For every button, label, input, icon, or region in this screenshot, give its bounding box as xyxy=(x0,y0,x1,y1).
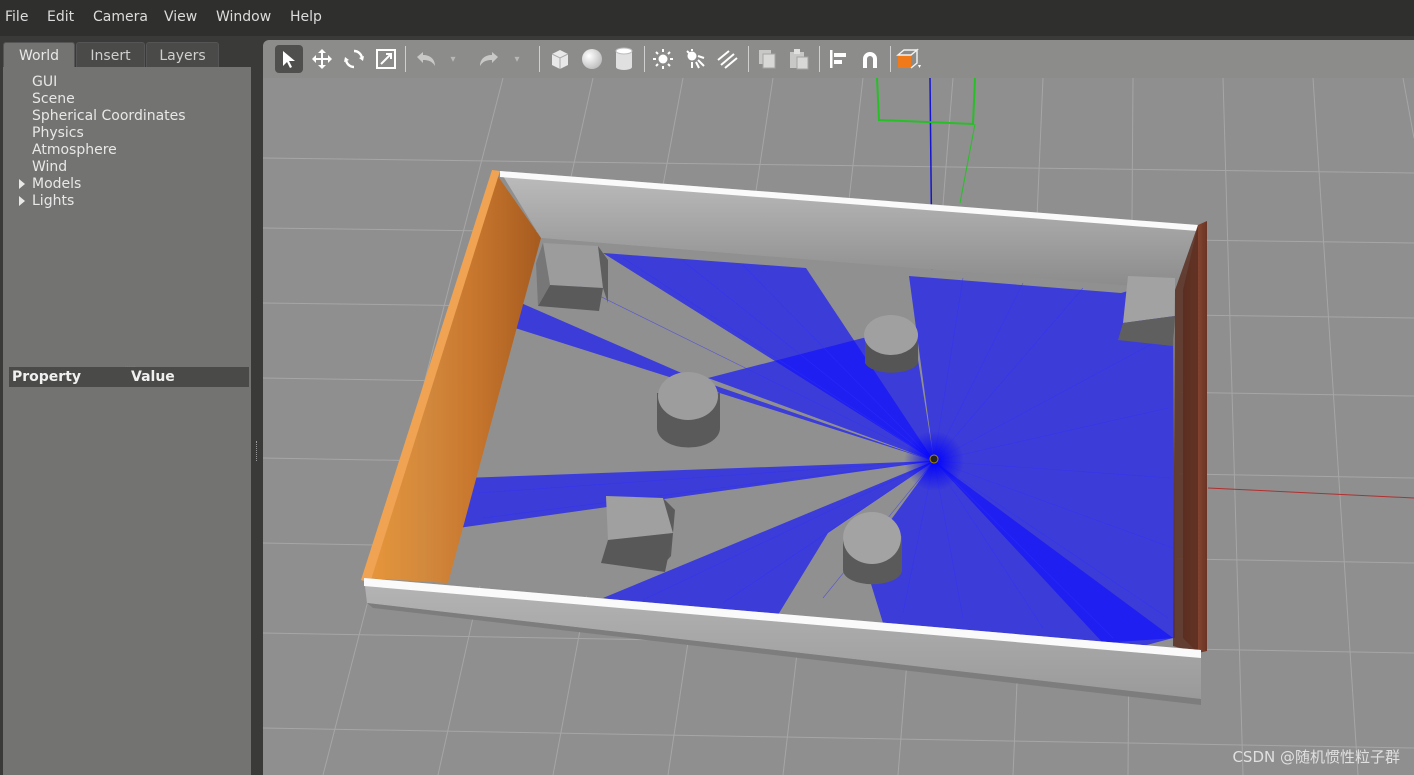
box-shape-icon[interactable] xyxy=(546,45,574,73)
spot-light-icon[interactable] xyxy=(681,45,709,73)
menu-view[interactable]: View xyxy=(164,9,197,25)
view-angle-icon[interactable] xyxy=(895,45,923,73)
box-obstacle[interactable] xyxy=(536,243,608,311)
menu-file[interactable]: File xyxy=(5,9,28,25)
tree-item-wind[interactable]: Wind xyxy=(32,159,67,175)
cylinder-shape-icon[interactable] xyxy=(610,45,638,73)
lidar-robot[interactable] xyxy=(929,454,939,464)
undo-dropdown-icon[interactable]: ▾ xyxy=(445,45,461,73)
scale-icon[interactable] xyxy=(372,45,400,73)
tab-insert[interactable]: Insert xyxy=(76,42,145,67)
menu-help[interactable]: Help xyxy=(290,9,322,25)
tree-item-atmosphere[interactable]: Atmosphere xyxy=(32,142,117,158)
watermark-text: CSDN @随机惯性粒子群 xyxy=(1232,748,1400,766)
left-panel: World Insert Layers GUI Scene Spherical … xyxy=(0,36,256,775)
expand-arrow-icon[interactable] xyxy=(19,179,25,189)
copy-icon[interactable] xyxy=(753,45,781,73)
align-icon[interactable] xyxy=(824,45,852,73)
world-tree-panel: GUI Scene Spherical Coordinates Physics … xyxy=(3,67,251,775)
tree-item-gui[interactable]: GUI xyxy=(32,74,57,90)
box-obstacle[interactable] xyxy=(601,496,675,572)
tree-item-lights[interactable]: Lights xyxy=(32,193,74,209)
value-column-header: Value xyxy=(131,369,175,385)
tree-item-models[interactable]: Models xyxy=(32,176,81,192)
menu-bar: File Edit Camera View Window Help xyxy=(0,0,1414,36)
cylinder-obstacle[interactable] xyxy=(843,512,902,585)
point-light-icon[interactable] xyxy=(649,45,677,73)
directional-light-icon[interactable] xyxy=(713,45,741,73)
sphere-shape-icon[interactable] xyxy=(578,45,606,73)
cylinder-obstacle[interactable] xyxy=(864,315,918,373)
menu-edit[interactable]: Edit xyxy=(47,9,74,25)
menu-window[interactable]: Window xyxy=(216,9,271,25)
expand-arrow-icon[interactable] xyxy=(19,196,25,206)
scene-render xyxy=(263,78,1414,775)
property-column-header: Property xyxy=(12,369,82,385)
tab-layers[interactable]: Layers xyxy=(146,42,219,67)
translate-icon[interactable] xyxy=(308,45,336,73)
panel-resize-handle[interactable] xyxy=(253,36,262,775)
tab-world[interactable]: World xyxy=(3,42,75,67)
scene-viewport[interactable]: CSDN @随机惯性粒子群 xyxy=(263,78,1414,775)
paste-icon[interactable] xyxy=(785,45,813,73)
scene-toolbar: ▾ ▾ xyxy=(263,40,1414,78)
tree-item-physics[interactable]: Physics xyxy=(32,125,84,141)
snap-icon[interactable] xyxy=(856,45,884,73)
redo-dropdown-icon[interactable]: ▾ xyxy=(509,45,525,73)
redo-icon[interactable] xyxy=(475,45,503,73)
select-arrow-icon[interactable] xyxy=(275,45,303,73)
menu-camera[interactable]: Camera xyxy=(93,9,148,25)
rotate-icon[interactable] xyxy=(340,45,368,73)
property-table-header: Property Value xyxy=(9,367,249,387)
cylinder-obstacle[interactable] xyxy=(657,372,720,448)
undo-icon[interactable] xyxy=(412,45,440,73)
tree-item-spherical-coordinates[interactable]: Spherical Coordinates xyxy=(32,108,186,124)
tree-item-scene[interactable]: Scene xyxy=(32,91,75,107)
